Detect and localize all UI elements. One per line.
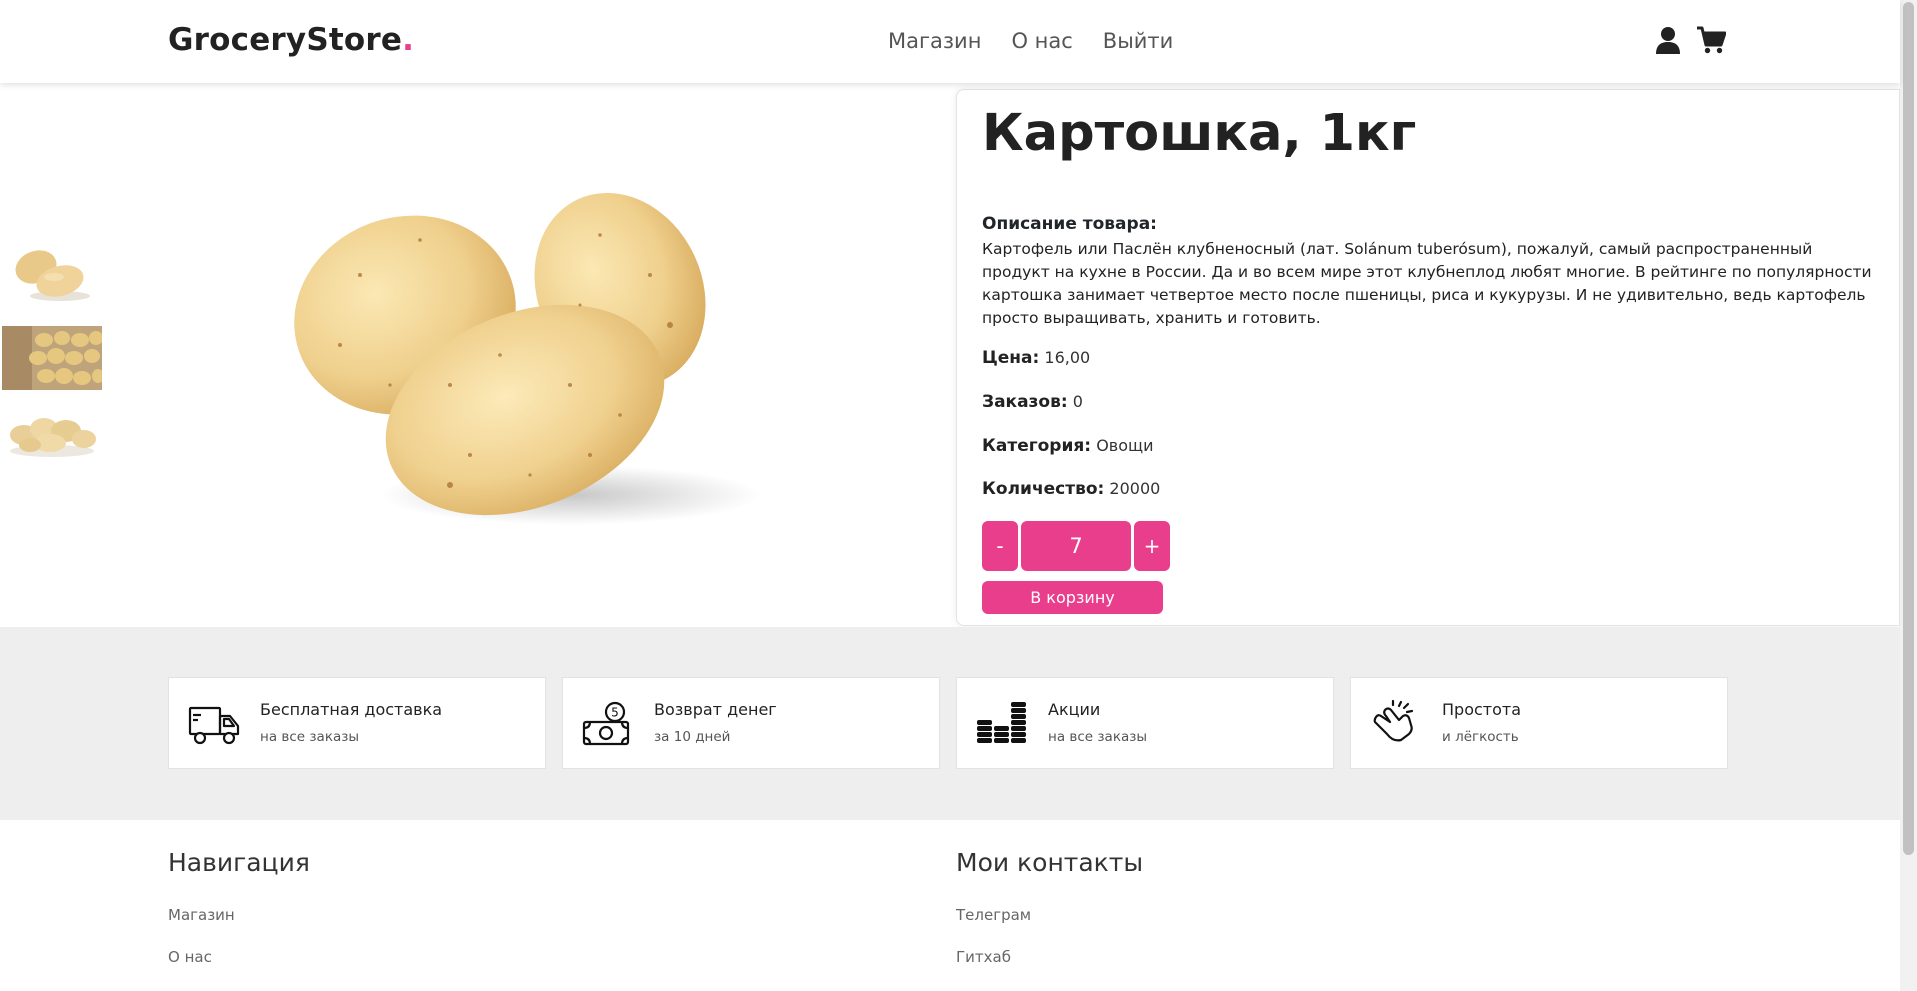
coins-stack-icon (975, 700, 1029, 748)
price-label: Цена: (982, 348, 1040, 368)
nav-link-about[interactable]: О нас (1011, 29, 1072, 53)
category-row: Категория: Овощи (982, 436, 1153, 456)
description-label: Описание товара: (982, 214, 1157, 234)
orders-value: 0 (1072, 392, 1083, 411)
logo-dot: . (402, 22, 415, 58)
product-details-card: Картошка, 1кг Описание товара: Картофель… (956, 89, 1900, 626)
main-nav: Магазин О нас Выйти (888, 29, 1173, 53)
category-value: Овощи (1096, 436, 1154, 455)
money-return-icon: 5 (581, 700, 635, 748)
feature-title: Акции (1048, 700, 1101, 719)
footer-link-shop[interactable]: Магазин (168, 906, 235, 924)
footer-contacts-title: Мои контакты (956, 848, 1144, 877)
feature-title: Бесплатная доставка (260, 700, 443, 719)
price-value: 16,00 (1044, 348, 1091, 367)
footer-link-github[interactable]: Гитхаб (956, 948, 1011, 966)
quantity-stepper: - + (982, 521, 1170, 571)
stock-value: 20000 (1109, 479, 1161, 498)
site-logo[interactable]: GroceryStore. (168, 22, 414, 58)
features-section: Бесплатная доставка на все заказы 5 Возв… (0, 627, 1900, 820)
category-label: Категория: (982, 436, 1092, 456)
thumbnail-potatoes-1[interactable] (2, 241, 102, 305)
cart-icon[interactable] (1696, 26, 1727, 58)
thumbnail-potatoes-3[interactable] (2, 401, 102, 465)
feature-subtitle: на все заказы (260, 729, 360, 745)
feature-subtitle: и лёгкость (1442, 729, 1519, 745)
delivery-truck-icon (187, 700, 241, 748)
feature-title: Простота (1442, 700, 1522, 719)
stock-label: Количество: (982, 479, 1105, 499)
feature-title: Возврат денег (654, 700, 777, 719)
feature-card-refund: 5 Возврат денег за 10 дней (562, 677, 940, 769)
user-icon[interactable] (1655, 26, 1681, 58)
feature-card-delivery: Бесплатная доставка на все заказы (168, 677, 546, 769)
svg-text:5: 5 (611, 706, 619, 720)
feature-subtitle: на все заказы (1048, 729, 1148, 745)
orders-row: Заказов: 0 (982, 392, 1083, 412)
logo-text: GroceryStore (168, 22, 403, 58)
finger-snap-icon (1369, 699, 1423, 748)
page-scrollbar[interactable] (1900, 0, 1917, 991)
product-main-image (270, 155, 770, 555)
product-description: Картофель или Паслён клубненосный (лат. … (982, 240, 1872, 327)
footer-link-about[interactable]: О нас (168, 948, 212, 966)
price-row: Цена: 16,00 (982, 348, 1090, 368)
site-header: GroceryStore. Магазин О нас Выйти (0, 0, 1900, 83)
stock-row: Количество: 20000 (982, 479, 1160, 499)
feature-subtitle: за 10 дней (654, 729, 731, 745)
nav-link-shop[interactable]: Магазин (888, 29, 981, 53)
thumbnail-potatoes-2[interactable] (2, 326, 104, 390)
footer-link-telegram[interactable]: Телеграм (956, 906, 1031, 924)
feature-card-promo: Акции на все заказы (956, 677, 1334, 769)
feature-card-simplicity: Простота и лёгкость (1350, 677, 1728, 769)
orders-label: Заказов: (982, 392, 1068, 412)
increase-quantity-button[interactable]: + (1134, 521, 1170, 571)
footer-nav-title: Навигация (168, 848, 310, 877)
scrollbar-thumb[interactable] (1903, 2, 1914, 855)
product-title: Картошка, 1кг (982, 104, 1417, 163)
add-to-cart-button[interactable]: В корзину (982, 581, 1163, 614)
site-footer: Навигация Магазин О нас Мои контакты Тел… (0, 820, 1900, 991)
decrease-quantity-button[interactable]: - (982, 521, 1018, 571)
header-icons (1655, 26, 1727, 58)
nav-link-logout[interactable]: Выйти (1103, 29, 1174, 53)
quantity-input[interactable] (1021, 521, 1131, 571)
